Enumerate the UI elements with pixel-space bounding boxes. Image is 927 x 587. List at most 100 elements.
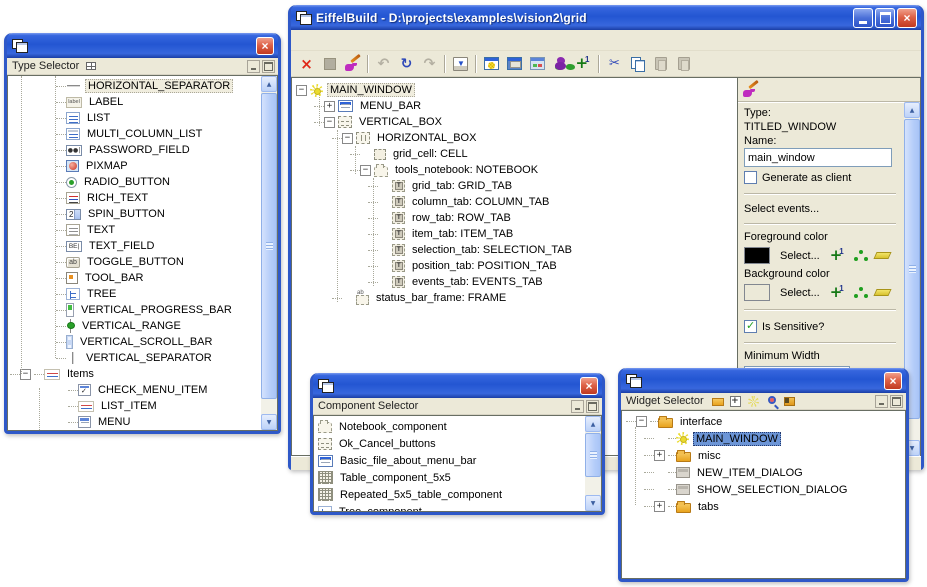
tree-item[interactable]: − Items [8,366,261,382]
type-selector-scrollbar[interactable]: ▲ ▼ [261,76,277,430]
pane-minimize-button[interactable] [571,400,584,413]
expander-icon[interactable]: + [324,101,335,112]
tree-item[interactable]: VERTICAL_SEPARATOR [8,350,261,366]
scrollbar-thumb[interactable] [585,433,601,477]
refresh-button[interactable]: ↻ [395,53,418,75]
tree-item[interactable]: grid_cell: CELL [292,146,737,162]
tree-item[interactable]: selection_tab: SELECTION_TAB [292,242,737,258]
tree-item[interactable]: − tools_notebook: NOTEBOOK [292,162,737,178]
expander-icon[interactable]: − [636,416,647,427]
tree-item[interactable]: + misc [622,447,905,464]
menu-help[interactable] [342,38,358,42]
tree-item[interactable]: LIST [8,110,261,126]
tree-item[interactable]: CHECK_MENU_ITEM [8,382,261,398]
search-icon[interactable] [765,395,779,408]
foreground-color-swatch[interactable] [744,247,770,264]
pane-minimize-button[interactable] [247,60,260,73]
tree-item[interactable]: VERTICAL_SCROLL_BAR [8,334,261,350]
redo-button[interactable]: ↷ [418,53,441,75]
tree-item[interactable]: TEXT [8,222,261,238]
expand-all-icon[interactable]: + [729,395,743,408]
tree-item[interactable]: − HORIZONTAL_BOX [292,130,737,146]
add-one-icon[interactable] [830,286,846,300]
paste-button[interactable] [649,53,672,75]
component-selector-header[interactable]: Component Selector [313,398,602,415]
scroll-up-button[interactable]: ▲ [261,76,277,92]
list-item[interactable]: Repeated_5x5_table_component [314,486,585,503]
close-button[interactable]: × [884,372,902,390]
tree-item[interactable]: TOOL_BAR [8,270,261,286]
expander-icon[interactable]: − [342,133,353,144]
molecule-icon[interactable] [854,250,867,262]
molecule-icon[interactable] [854,287,867,299]
import-folder-icon[interactable] [783,395,797,408]
expander-icon[interactable]: − [360,165,371,176]
minimize-button[interactable] [853,8,873,28]
tree-item[interactable]: TEXT_FIELD [8,238,261,254]
main-title-bar[interactable]: EiffelBuild - D:\projects\examples\visio… [291,5,921,30]
expander-icon[interactable]: − [324,117,335,128]
tree-item[interactable]: MAIN_WINDOW [622,430,905,447]
tree-item[interactable]: status_bar_frame: FRAME [292,290,737,306]
widget-selector-title-bar[interactable]: × [621,368,906,393]
expander-icon[interactable]: − [296,85,307,96]
tree-item[interactable]: TOGGLE_BUTTON [8,254,261,270]
pick-and-drop-icon[interactable] [743,82,759,97]
tree-item[interactable]: SPIN_BUTTON [8,206,261,222]
tree-item[interactable]: LABEL [8,94,261,110]
menu-view[interactable] [310,38,326,42]
folder-icon[interactable] [711,395,725,408]
new-window-icon[interactable] [747,395,761,408]
tree-item[interactable]: TREE [8,286,261,302]
select-events-button[interactable]: Select events... [744,200,896,218]
tree-item[interactable]: events_tab: EVENTS_TAB [292,274,737,290]
type-selector-title-bar[interactable]: × [7,33,278,58]
undo-button[interactable]: ↶ [372,53,395,75]
tree-item[interactable]: HORIZONTAL_SEPARATOR [8,78,261,94]
cut-button[interactable]: ✂ [603,53,626,75]
show-window-button[interactable] [503,53,526,75]
component-scrollbar[interactable]: ▲ ▼ [585,416,601,511]
show-window-alt-button[interactable] [526,53,549,75]
eraser-icon[interactable] [873,252,891,259]
tree-item[interactable]: − interface [622,413,905,430]
tree-item[interactable]: column_tab: COLUMN_TAB [292,194,737,210]
tree-item[interactable]: − VERTICAL_BOX [292,114,737,130]
tree-item[interactable]: + tabs [622,498,905,515]
scroll-up-button[interactable]: ▲ [585,416,601,432]
list-item[interactable]: Basic_file_about_menu_bar [314,452,585,469]
preferences-window-button[interactable] [480,53,503,75]
scroll-down-button[interactable]: ▼ [585,495,601,511]
add-one-button[interactable] [572,53,595,75]
background-select-button[interactable]: Select... [778,286,822,300]
scroll-down-button[interactable]: ▼ [261,414,277,430]
menu-file[interactable] [294,38,310,42]
scrollbar-thumb[interactable] [261,93,277,399]
pick-and-drop-button[interactable] [341,53,364,75]
list-item[interactable]: Tree_component [314,503,585,511]
widget-selector-header[interactable]: Widget Selector + [621,393,906,410]
tree-item[interactable]: item_tab: ITEM_TAB [292,226,737,242]
tree-item[interactable]: + MENU_BAR [292,98,737,114]
tree-item[interactable]: − MAIN_WINDOW [292,82,737,98]
close-button[interactable]: × [580,377,598,395]
type-selector-header[interactable]: Type Selector [7,58,278,75]
tree-item[interactable]: grid_tab: GRID_TAB [292,178,737,194]
scroll-up-button[interactable]: ▲ [904,102,920,118]
list-item[interactable]: Ok_Cancel_buttons [314,435,585,452]
pane-maximize-button[interactable] [586,400,599,413]
maximize-button[interactable] [875,8,895,28]
generate-as-client-checkbox[interactable] [744,171,757,184]
tree-item[interactable]: MULTI_COLUMN_LIST [8,126,261,142]
is-sensitive-checkbox[interactable] [744,320,757,333]
tree-item[interactable]: SHOW_SELECTION_DIALOG [622,481,905,498]
copy-button[interactable] [626,53,649,75]
tree-item[interactable]: RADIO_BUTTON [8,174,261,190]
generate-code-button[interactable] [449,53,472,75]
tree-item[interactable]: PASSWORD_FIELD [8,142,261,158]
pane-minimize-button[interactable] [875,395,888,408]
expander-icon[interactable]: + [654,450,665,461]
foreground-select-button[interactable]: Select... [778,249,822,263]
debug-button[interactable] [549,53,572,75]
component-selector-title-bar[interactable]: × [313,373,602,398]
